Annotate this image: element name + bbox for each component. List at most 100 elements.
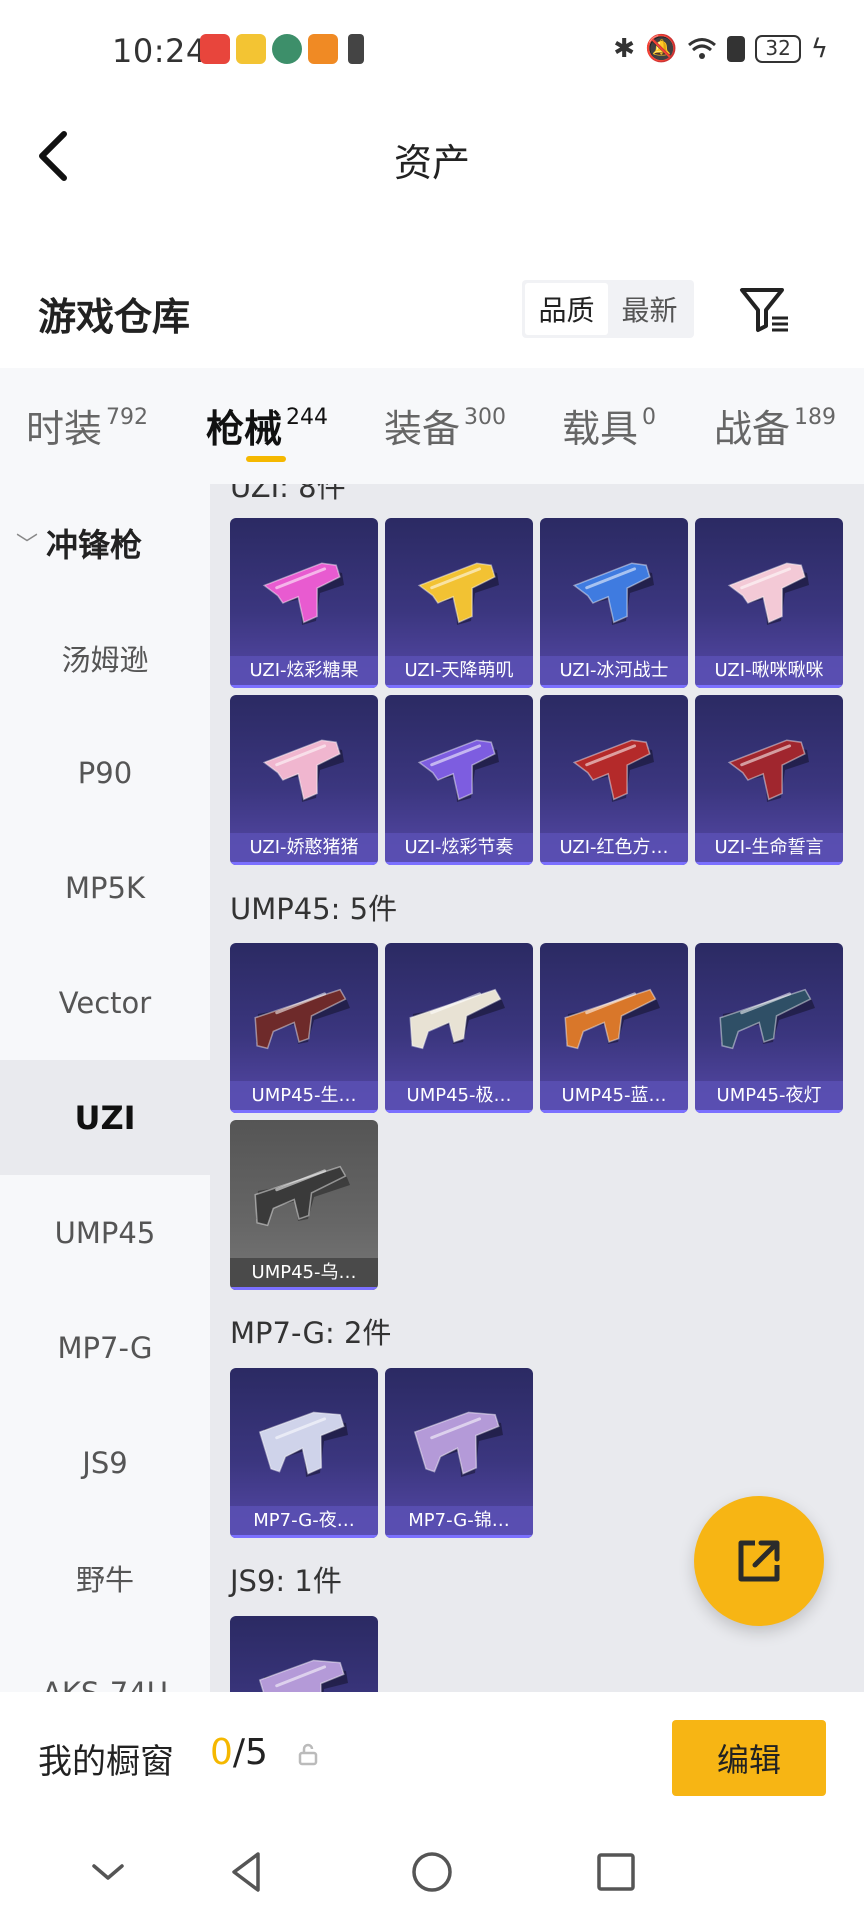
skin-name: UZI-天降萌叽 (385, 656, 533, 688)
recents-square-icon[interactable] (588, 1844, 644, 1900)
active-tab-indicator (246, 456, 286, 462)
page-title: 资产 (393, 141, 470, 185)
gun-skin-icon (254, 1165, 350, 1227)
news-app-icon (236, 34, 266, 64)
skin-name: MP7-G-锦… (385, 1506, 533, 1538)
group-label-ump45: UMP45: 5件 (230, 892, 398, 926)
sidebar-item-vector[interactable]: Vector (0, 945, 210, 1060)
gun-skin-icon (719, 988, 815, 1050)
bluetooth-icon: ✱ (613, 34, 636, 64)
gun-body (417, 739, 496, 801)
wifi-icon (688, 38, 717, 59)
sidebar-item-ump45[interactable]: UMP45 (0, 1175, 210, 1290)
skin-card[interactable] (230, 1616, 378, 1692)
skin-name: UMP45-乌… (230, 1258, 378, 1290)
skin-name: UZI-炫彩糖果 (230, 656, 378, 688)
gun-skin-icon (258, 1411, 348, 1477)
sidebar-item-p90[interactable]: P90 (0, 715, 210, 830)
group-label-js9: JS9: 1件 (230, 1564, 342, 1598)
skin-card[interactable]: UZI-天降萌叽 (385, 518, 533, 688)
shopping-app-icon (200, 34, 230, 64)
gun-skin-icon (417, 562, 499, 625)
skin-card[interactable]: UZI-红色方… (540, 695, 688, 865)
gun-skin-icon (262, 739, 344, 802)
tab-supplies[interactable]: 战备 189 (714, 398, 836, 453)
sidebar-item-uzi[interactable]: UZI (0, 1060, 210, 1175)
sidebar-item-bison[interactable]: 野牛 (0, 1520, 210, 1635)
showcase-total: /5 (232, 1732, 268, 1773)
gun-skin-icon (727, 562, 809, 625)
group-label-uzi: UZI: 8件 (230, 484, 346, 504)
tab-equipment[interactable]: 装备 300 (384, 398, 506, 453)
skin-name: UMP45-极… (385, 1081, 533, 1113)
sort-newest-button[interactable]: 最新 (608, 283, 691, 335)
skin-card[interactable]: UZI-炫彩糖果 (230, 518, 378, 688)
tab-fashion[interactable]: 时装 792 (26, 398, 148, 453)
warehouse-header: 游戏仓库 品质 最新 (0, 262, 864, 362)
gun-skin-icon (258, 1659, 348, 1692)
gun-body (258, 1411, 345, 1475)
gun-skin-icon (262, 562, 344, 625)
filter-icon[interactable] (736, 282, 792, 338)
skin-card[interactable]: UZI-啾咪啾咪 (695, 518, 843, 688)
skin-name: UZI-生命誓言 (695, 833, 843, 865)
sidebar-item-thompson[interactable]: 汤姆逊 (0, 600, 210, 715)
sidebar-group-smg[interactable]: ﹀ 冲锋枪 (16, 520, 142, 566)
sort-quality-button[interactable]: 品质 (525, 283, 608, 335)
skin-name: UZI-炫彩节奏 (385, 833, 533, 865)
skin-name: UZI-娇憨猪猪 (230, 833, 378, 865)
home-circle-icon[interactable] (404, 1844, 460, 1900)
share-fab[interactable] (694, 1496, 824, 1626)
chevron-down-icon[interactable] (80, 1844, 136, 1900)
gun-body (262, 562, 341, 624)
warehouse-title: 游戏仓库 (38, 295, 191, 339)
sort-toggle: 品质 最新 (522, 280, 694, 338)
gun-body (727, 562, 806, 624)
tab-weapons[interactable]: 枪械 244 (206, 398, 328, 453)
gun-body (727, 739, 806, 801)
skin-card[interactable]: UMP45-乌… (230, 1120, 378, 1290)
tab-count: 792 (106, 405, 149, 430)
sidebar-item-js9[interactable]: JS9 (0, 1405, 210, 1520)
skin-card[interactable]: MP7-G-锦… (385, 1368, 533, 1538)
status-time: 10:24 (112, 32, 207, 70)
orange-app-icon (308, 34, 338, 64)
gun-skin-icon (409, 988, 505, 1050)
skin-card[interactable]: MP7-G-夜… (230, 1368, 378, 1538)
tab-count: 0 (642, 405, 657, 430)
sidebar-group-label: 冲锋枪 (46, 526, 143, 564)
showcase-current: 0 (210, 1732, 233, 1773)
skin-name: UZI-啾咪啾咪 (695, 656, 843, 688)
skin-card[interactable]: UMP45-蓝… (540, 943, 688, 1113)
skin-card[interactable]: UZI-娇憨猪猪 (230, 695, 378, 865)
group-label-mp7g: MP7-G: 2件 (230, 1316, 392, 1350)
skin-name: UZI-冰河战士 (540, 656, 688, 688)
sidebar-item-aks74u[interactable]: AKS-74U (0, 1635, 210, 1693)
edit-button[interactable]: 编辑 (672, 1720, 826, 1796)
alert-icon (348, 34, 364, 64)
gun-skin-icon (254, 988, 350, 1050)
skin-card[interactable]: UMP45-极… (385, 943, 533, 1113)
sidebar-item-mp7g[interactable]: MP7-G (0, 1290, 210, 1405)
tab-label: 枪械 (206, 407, 283, 451)
showcase-title: 我的橱窗 (38, 1742, 174, 1782)
sidebar-item-mp5k[interactable]: MP5K (0, 830, 210, 945)
gun-body (262, 739, 341, 801)
skin-card[interactable]: UZI-生命誓言 (695, 695, 843, 865)
status-bar: 10:24 ✱ 🔕 32 ϟ (0, 0, 864, 104)
weapon-type-sidebar: ﹀ 冲锋枪 汤姆逊 P90 MP5K Vector UZI UMP45 MP7-… (0, 484, 210, 1692)
skin-card[interactable]: UZI-炫彩节奏 (385, 695, 533, 865)
skin-card[interactable]: UMP45-夜灯 (695, 943, 843, 1113)
tab-vehicles[interactable]: 载具 0 (562, 398, 656, 453)
gun-body (409, 988, 502, 1050)
charging-icon: ϟ (810, 34, 828, 64)
gun-skin-icon (572, 739, 654, 802)
gun-skin-icon (417, 739, 499, 802)
gun-body (572, 739, 651, 801)
skin-card[interactable]: UMP45-生… (230, 943, 378, 1113)
tab-label: 载具 (562, 407, 639, 451)
back-triangle-icon[interactable] (220, 1844, 276, 1900)
skin-card[interactable]: UZI-冰河战士 (540, 518, 688, 688)
tab-label: 装备 (384, 407, 461, 451)
tab-count: 244 (286, 405, 329, 430)
